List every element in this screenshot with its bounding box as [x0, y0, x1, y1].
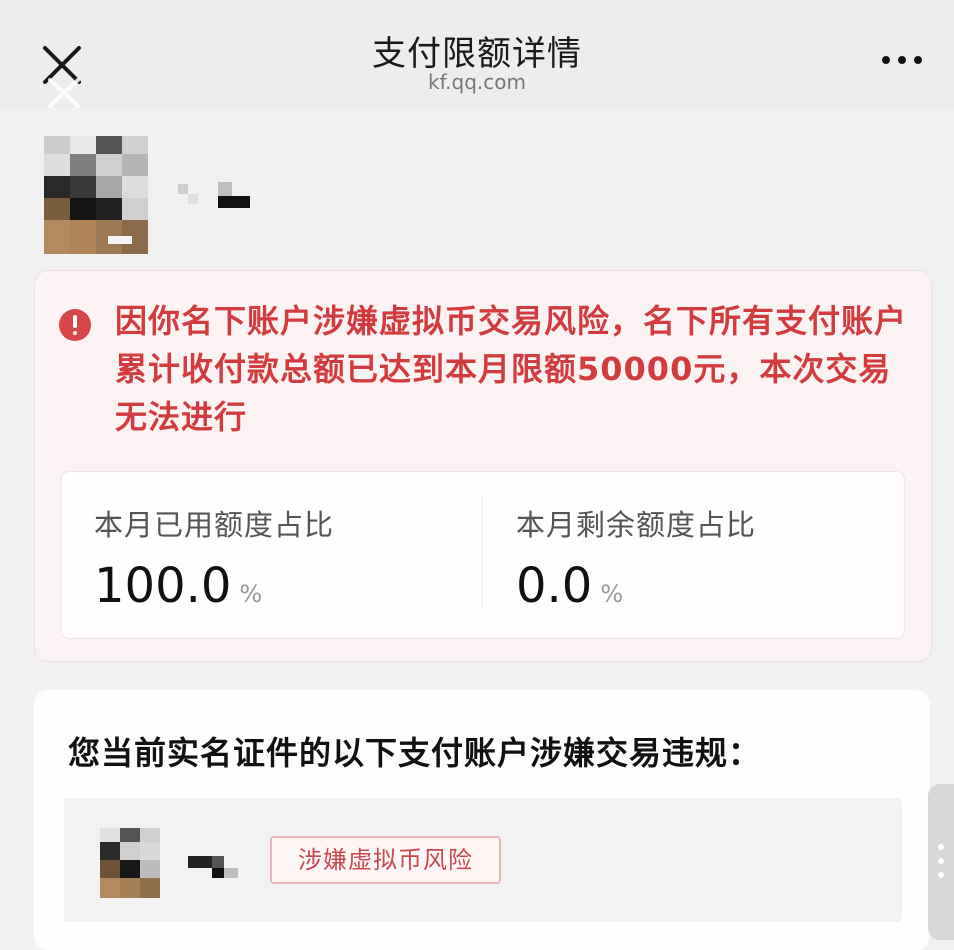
- remaining-quota-unit: %: [600, 580, 624, 608]
- list-item[interactable]: 涉嫌虚拟币风险: [64, 798, 902, 922]
- exclamation-icon: [59, 309, 91, 341]
- account-name-blurred: [188, 852, 244, 882]
- page-title: 支付限额详情: [372, 34, 582, 74]
- panel-title: 您当前实名证件的以下支付账户涉嫌交易违规：: [68, 734, 762, 772]
- warning-message: 因你名下账户涉嫌虚拟币交易风险，名下所有支付账户累计收付款总额已达到本月限额50…: [115, 302, 908, 436]
- side-scroll-handle[interactable]: [928, 784, 954, 940]
- user-avatar: [44, 136, 148, 254]
- top-navigation-bar: 支付限额详情 kf.qq.com: [0, 0, 954, 108]
- used-quota-stat: 本月已用额度占比 100.0%: [62, 472, 482, 638]
- risk-tag: 涉嫌虚拟币风险: [270, 836, 501, 884]
- used-quota-label: 本月已用额度占比: [94, 508, 335, 542]
- page-domain: kf.qq.com: [428, 70, 526, 94]
- violating-accounts-panel: 您当前实名证件的以下支付账户涉嫌交易违规： 涉嫌虚拟币风险: [34, 690, 930, 950]
- limit-warning-card: 因你名下账户涉嫌虚拟币交易风险，名下所有支付账户累计收付款总额已达到本月限额50…: [34, 270, 932, 662]
- more-icon: [882, 56, 890, 64]
- remaining-quota-label: 本月剩余额度占比: [516, 508, 757, 542]
- quota-stats: 本月已用额度占比 100.0% 本月剩余额度占比 0.0%: [61, 471, 905, 639]
- used-quota-value: 100.0%: [94, 558, 263, 614]
- account-avatar: [100, 828, 160, 898]
- username-blurred: [178, 182, 250, 212]
- more-button[interactable]: [882, 48, 926, 72]
- remaining-quota-value: 0.0%: [516, 558, 624, 614]
- used-quota-unit: %: [239, 580, 263, 608]
- remaining-quota-stat: 本月剩余额度占比 0.0%: [482, 472, 902, 638]
